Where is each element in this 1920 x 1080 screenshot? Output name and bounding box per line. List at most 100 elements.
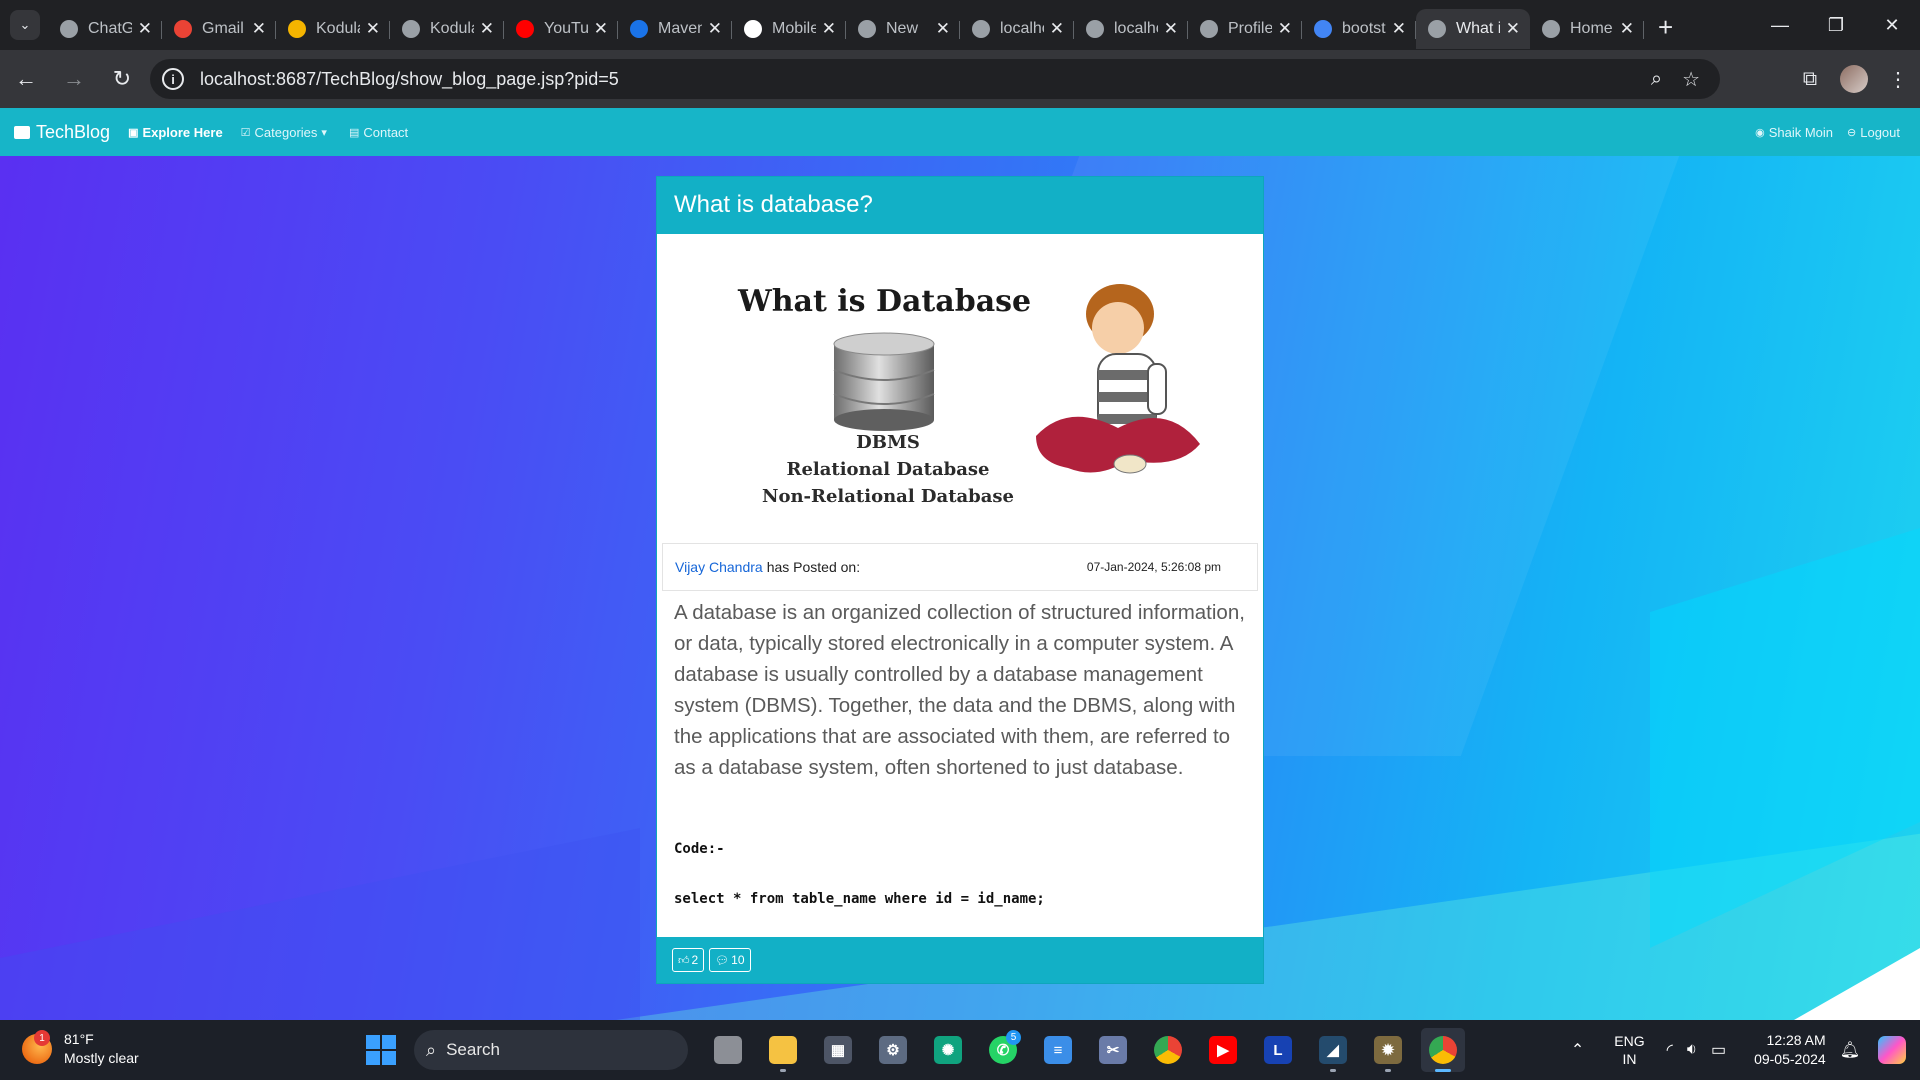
nav-contact[interactable]: ▤ Contact <box>349 125 408 140</box>
user-minus-icon: ⊖ <box>1847 126 1857 139</box>
nav-user-profile[interactable]: ◉ Shaik Moin <box>1755 125 1833 140</box>
browser-tab[interactable]: Gmail ✕ <box>162 9 276 49</box>
comment-button[interactable]: 💬︎ 10 <box>709 948 751 972</box>
file-explorer-icon[interactable] <box>761 1028 805 1072</box>
url-text[interactable]: localhost:8687/TechBlog/show_blog_page.j… <box>200 69 619 90</box>
browser-tab[interactable]: bootstrap ✕ <box>1302 9 1416 49</box>
tab-title: ChatGPT <box>88 20 132 37</box>
like-count: 2 <box>691 953 699 967</box>
chatgpt-app-icon[interactable]: ✺ <box>926 1028 970 1072</box>
forward-button[interactable]: → <box>52 57 96 101</box>
tab-close-icon[interactable]: ✕ <box>138 19 152 39</box>
tab-close-icon[interactable]: ✕ <box>366 19 380 39</box>
extensions-icon[interactable]: ⧉ <box>1788 68 1832 91</box>
browser-tab[interactable]: New ✕ <box>846 9 960 49</box>
chrome-menu-icon[interactable]: ⋮ <box>1876 67 1920 92</box>
notification-bell-icon[interactable]: 🔔︎ <box>1840 1040 1860 1060</box>
task-view-icon[interactable] <box>706 1028 750 1072</box>
whatsapp-icon[interactable]: ✆ 5 <box>981 1028 1025 1072</box>
chrome-active-icon[interactable] <box>1421 1028 1465 1072</box>
browser-tab[interactable]: ChatGPT ✕ <box>48 9 162 49</box>
close-window-button[interactable]: ✕ <box>1864 0 1920 50</box>
globe-icon <box>1086 20 1104 38</box>
l-app-icon[interactable]: L <box>1256 1028 1300 1072</box>
browser-tab[interactable]: Profile ✕ <box>1188 9 1302 49</box>
browser-tab[interactable]: localhost ✕ <box>960 9 1074 49</box>
site-info-icon[interactable]: i <box>162 68 184 90</box>
notepad-icon[interactable]: ≡ <box>1036 1028 1080 1072</box>
chevron-up-icon[interactable]: ⌃ <box>1571 1040 1584 1060</box>
tab-close-icon[interactable]: ✕ <box>1506 19 1520 39</box>
settings-icon[interactable]: ⚙ <box>871 1028 915 1072</box>
nav-explore-here[interactable]: ▣ Explore Here <box>128 125 223 140</box>
weather-moon-icon: 1 <box>22 1030 52 1064</box>
browser-tab[interactable]: Maven ✕ <box>618 9 732 49</box>
calculator-icon[interactable]: ▦ <box>816 1028 860 1072</box>
back-button[interactable]: ← <box>4 57 48 101</box>
language-indicator[interactable]: ENG IN <box>1614 1032 1644 1068</box>
tab-close-icon[interactable]: ✕ <box>594 19 608 39</box>
comment-count: 10 <box>731 953 745 967</box>
zoom-icon[interactable]: ⌕ <box>1651 68 1662 91</box>
bookmark-star-icon[interactable]: ☆ <box>1682 67 1700 92</box>
tab-title: Home <box>1570 20 1613 37</box>
nav-categories-dropdown[interactable]: ☑ Categories ▾ <box>241 125 331 140</box>
checkbox-icon: ☑ <box>240 126 251 139</box>
tab-close-icon[interactable]: ✕ <box>1392 19 1406 39</box>
tab-close-icon[interactable]: ✕ <box>1164 19 1178 39</box>
restore-button[interactable]: ❐ <box>1808 0 1864 50</box>
address-bar[interactable]: i localhost:8687/TechBlog/show_blog_page… <box>150 59 1720 99</box>
omnibox-actions: ⌕ ☆ <box>1651 59 1720 99</box>
code-snippet: select * from table_name where id = id_n… <box>674 891 1045 907</box>
wifi-icon[interactable]: ◜ <box>1667 1040 1673 1060</box>
gmail-icon <box>174 20 192 38</box>
youtube-app-icon[interactable]: ▶ <box>1201 1028 1245 1072</box>
tab-close-icon[interactable]: ✕ <box>708 19 722 39</box>
nav-logout[interactable]: ⊖ Logout <box>1847 125 1900 140</box>
tab-close-icon[interactable]: ✕ <box>252 19 266 39</box>
browser-tab[interactable]: What is database? ✕ <box>1416 9 1530 49</box>
tab-search-button[interactable]: ⌄ <box>10 10 40 40</box>
weather-widget[interactable]: 1 81°F Mostly clear <box>22 1030 139 1068</box>
taskbar-search[interactable]: ⌕ Search <box>414 1030 688 1070</box>
chatgpt-icon <box>60 20 78 38</box>
tab-close-icon[interactable]: ✕ <box>1050 19 1064 39</box>
github-icon <box>744 20 762 38</box>
globe-icon <box>972 20 990 38</box>
windows-taskbar: 1 81°F Mostly clear ⌕ Search ▦ ⚙ ✺ ✆ 5 ≡ … <box>0 1020 1920 1080</box>
clock[interactable]: 12:28 AM 09-05-2024 <box>1754 1031 1826 1069</box>
search-label: Search <box>446 1040 500 1059</box>
tab-close-icon[interactable]: ✕ <box>1620 19 1634 39</box>
tab-title: Profile <box>1228 20 1272 37</box>
nav-explore-label: Explore Here <box>142 124 223 140</box>
browser-tab[interactable]: Mobile ✕ <box>732 9 846 49</box>
minimize-button[interactable]: — <box>1752 0 1808 50</box>
image-heading: What is Database <box>738 284 1032 319</box>
site-brand[interactable]: TechBlog <box>14 122 110 143</box>
browser-tab[interactable]: YouTube ✕ <box>504 9 618 49</box>
post-author-link[interactable]: Vijay Chandra <box>675 559 763 575</box>
snipping-tool-icon[interactable]: ✂ <box>1091 1028 1135 1072</box>
tab-close-icon[interactable]: ✕ <box>480 19 494 39</box>
new-tab-button[interactable]: + <box>1658 12 1673 43</box>
reload-button[interactable]: ↻ <box>100 57 144 101</box>
volume-icon[interactable]: 🔉︎ <box>1687 1041 1697 1059</box>
like-button[interactable]: 👍︎ 2 <box>672 948 705 972</box>
copilot-icon[interactable] <box>1878 1036 1906 1064</box>
start-button[interactable] <box>366 1035 396 1065</box>
tab-title: Gmail <box>202 20 244 37</box>
tab-close-icon[interactable]: ✕ <box>1278 19 1292 39</box>
mysql-workbench-icon[interactable]: ◢ <box>1311 1028 1355 1072</box>
browser-tab[interactable]: Kodular ✕ <box>390 9 504 49</box>
globe-icon <box>858 20 876 38</box>
profile-avatar[interactable] <box>1840 65 1868 93</box>
nav-categories-label: Categories <box>254 124 318 140</box>
tab-close-icon[interactable]: ✕ <box>822 19 836 39</box>
apache-netbeans-icon[interactable]: ✹ <box>1366 1028 1410 1072</box>
tab-close-icon[interactable]: ✕ <box>936 19 950 39</box>
chrome-icon[interactable] <box>1146 1028 1190 1072</box>
browser-tab[interactable]: Home ✕ <box>1530 9 1644 49</box>
browser-tab[interactable]: localhost ✕ <box>1074 9 1188 49</box>
browser-tab[interactable]: Kodular ✕ <box>276 9 390 49</box>
battery-icon[interactable]: ▭ <box>1711 1040 1726 1060</box>
